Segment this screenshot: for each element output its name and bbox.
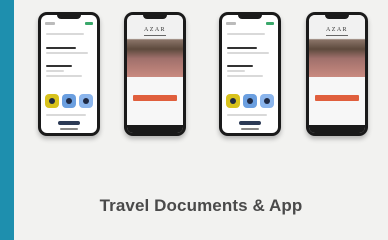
map-icon [79, 94, 93, 108]
text-line [46, 114, 86, 116]
back-icon [45, 22, 55, 25]
ticket-icon [243, 94, 257, 108]
phone-notch [325, 15, 349, 19]
phone-screen [222, 15, 278, 133]
app-icon-row [45, 94, 93, 108]
cta-button [133, 95, 177, 101]
brand-underline [144, 35, 166, 36]
heading-line [227, 65, 253, 67]
phone-mockup-photo: AZAR [306, 12, 368, 136]
text-line [46, 75, 82, 77]
app-topbar [226, 22, 274, 26]
home-indicator [241, 128, 259, 130]
text-line [46, 33, 84, 35]
hero-image [127, 15, 183, 77]
text-line [46, 70, 64, 72]
phone-screen: AZAR [127, 15, 183, 133]
home-indicator [60, 128, 78, 130]
text-line [227, 70, 245, 72]
phone-notch [238, 15, 262, 19]
cta-button [315, 95, 359, 101]
text-line [46, 52, 88, 54]
document-icon [226, 94, 240, 108]
ticket-icon [62, 94, 76, 108]
portfolio-card[interactable]: AZAR AZAR Travel Documents & App [14, 0, 388, 240]
text-line [227, 33, 265, 35]
text-line [227, 114, 267, 116]
phone-footer [309, 125, 365, 133]
brand-underline [326, 35, 348, 36]
action-button [58, 121, 80, 125]
phone-screen: AZAR [309, 15, 365, 133]
phone-notch [143, 15, 167, 19]
status-badge [266, 22, 274, 25]
phone-mockup-light [38, 12, 100, 136]
phone-footer [127, 125, 183, 133]
phone-mockup-light [219, 12, 281, 136]
card-title[interactable]: Travel Documents & App [14, 196, 388, 216]
brand-logo: AZAR [326, 27, 348, 33]
brand-logo: AZAR [144, 27, 166, 33]
map-icon [260, 94, 274, 108]
hero-image [309, 15, 365, 77]
phone-screen [41, 15, 97, 133]
phone-notch [57, 15, 81, 19]
document-icon [45, 94, 59, 108]
app-icon-row [226, 94, 274, 108]
heading-line [46, 65, 72, 67]
heading-line [46, 47, 76, 49]
phone-mockup-photo: AZAR [124, 12, 186, 136]
heading-line [227, 47, 257, 49]
text-line [227, 52, 269, 54]
app-topbar [45, 22, 93, 26]
text-line [227, 75, 263, 77]
action-button [239, 121, 261, 125]
back-icon [226, 22, 236, 25]
status-badge [85, 22, 93, 25]
